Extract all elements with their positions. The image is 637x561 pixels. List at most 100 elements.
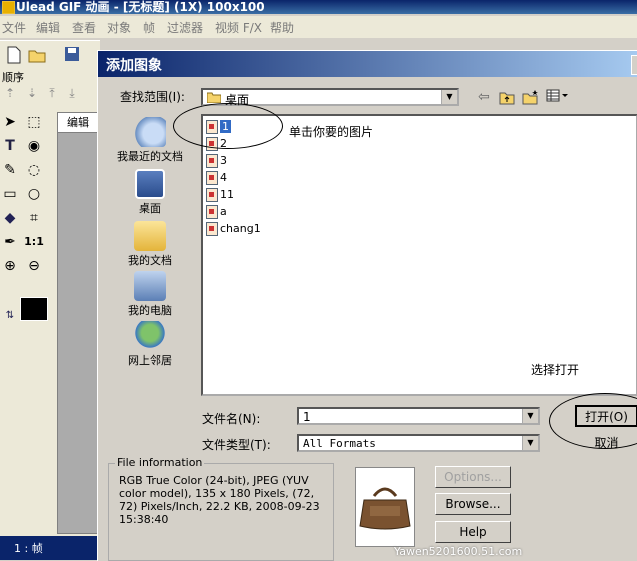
app-titlebar: Ulead GIF 动画 - [无标题] (1X) 100x100 [0,0,637,14]
file-item[interactable]: 11 [206,188,234,204]
menu-help[interactable]: 帮助 [270,19,294,36]
view-menu-icon[interactable] [546,89,568,106]
crop-tool-icon[interactable]: ⌗ [24,208,44,228]
eyedropper-tool-icon[interactable]: ✒ [0,232,20,252]
file-item[interactable]: 3 [206,154,227,170]
transform-tool-icon[interactable]: ◉ [24,136,44,156]
file-info-group: File information RGB True Color (24-bit)… [108,456,334,561]
fill-tool-icon[interactable]: ◆ [0,208,20,228]
pointer-tool-icon[interactable]: ➤ [0,112,20,132]
filetype-label: 文件类型(T): [202,438,271,452]
browse-button[interactable]: Browse... [435,493,511,515]
text-tool-icon[interactable]: T [0,136,20,156]
file-item[interactable]: chang1 [206,222,261,238]
brush-tool-icon[interactable]: ✎ [0,160,20,180]
add-image-dialog: 添加图象 查找范围(I): 桌面 ▼ ⇦ 我最近的文档 桌面 我的文档 我的电脑… [97,50,637,561]
order-label: 顺序 [2,71,24,84]
app-title: Ulead GIF 动画 - [无标题] (1X) 100x100 [16,0,265,14]
place-network[interactable]: 网上邻居 [102,321,198,368]
image-file-icon [206,222,218,236]
tab-edit[interactable]: 编辑 [57,112,99,133]
filetype-value: All Formats [303,437,376,450]
menu-frame[interactable]: 帧 [143,19,155,36]
network-places-icon [134,321,166,351]
image-file-icon [206,154,218,168]
marquee-tool-icon[interactable]: ⬚ [24,112,44,132]
foreground-color-swatch[interactable] [20,297,48,321]
app-icon [2,1,15,14]
file-name: 3 [220,154,227,167]
menu-view[interactable]: 查看 [72,19,96,36]
frame-bar[interactable]: 1 : 帧 [0,536,100,560]
main-toolbar [0,40,100,69]
chevron-down-icon[interactable]: ▼ [441,90,457,104]
place-my-documents[interactable]: 我的文档 [102,221,198,268]
file-list[interactable]: 1 2 3 4 11 a chang1 [201,114,637,396]
image-file-icon [206,205,218,219]
filename-label: 文件名(N): [202,412,261,426]
menu-object[interactable]: 对象 [107,19,131,36]
menu-filter[interactable]: 过滤器 [167,19,203,36]
filename-field[interactable]: 1 ▼ [297,407,540,425]
chevron-down-icon[interactable]: ▼ [522,409,538,423]
look-in-label: 查找范围(I): [120,90,185,104]
arrow-up-icon[interactable]: ⇡ [2,86,18,102]
menubar: 文件 编辑 查看 对象 帧 过滤器 视频 F/X 帮助 [0,16,637,38]
annotation-click-text: 单击你要的图片 [289,125,374,139]
file-name: chang1 [220,222,261,235]
zoom-out-icon[interactable]: ⊖ [24,256,44,276]
move-top-icon[interactable]: ⤒ [44,86,60,102]
up-folder-icon[interactable] [499,89,515,108]
desktop-icon [135,169,165,199]
image-file-icon [206,188,218,202]
file-item[interactable]: 4 [206,171,227,187]
ellipse-select-icon[interactable]: ○ [24,184,44,204]
back-arrow-icon[interactable]: ⇦ [478,89,490,105]
place-my-computer[interactable]: 我的电脑 [102,271,198,318]
file-name: 4 [220,171,227,184]
filetype-select[interactable]: All Formats ▼ [297,434,540,452]
new-folder-icon[interactable] [522,89,540,108]
annotation-ellipse-file [173,103,283,149]
zoom-in-icon[interactable]: ⊕ [0,256,20,276]
file-name: 11 [220,188,234,201]
move-bottom-icon[interactable]: ⤓ [64,86,80,102]
cancel-button[interactable]: 取消 [575,432,637,454]
menu-file[interactable]: 文件 [2,19,26,36]
help-button[interactable]: Help [435,521,511,543]
open-button[interactable]: 打开(O) [575,405,637,427]
chevron-down-icon[interactable]: ▼ [522,436,538,450]
watermark-text: Yawen5201600.51.com [394,545,523,558]
close-icon[interactable] [631,55,637,75]
image-preview [355,467,415,547]
file-name: a [220,205,227,218]
menu-video-fx[interactable]: 视频 F/X [215,19,262,36]
annotation-open-text: 选择打开 [531,363,580,377]
place-network-label: 网上邻居 [128,354,172,367]
swap-colors-icon[interactable]: ⇅ [0,306,20,326]
menu-edit[interactable]: 编辑 [36,19,60,36]
place-my-computer-label: 我的电脑 [128,304,172,317]
my-documents-icon [134,221,166,251]
place-recent-label: 我最近的文档 [117,150,183,163]
file-info-text: RGB True Color (24-bit), JPEG (YUV color… [119,474,320,526]
place-desktop-label: 桌面 [139,202,161,215]
dialog-title: 添加图象 [106,58,162,74]
open-folder-icon[interactable] [28,46,46,64]
file-item[interactable]: a [206,205,227,221]
dialog-titlebar: 添加图象 [98,51,637,77]
file-info-legend: File information [115,456,205,469]
canvas-area[interactable] [57,132,102,534]
recent-docs-icon [134,117,166,147]
new-file-icon[interactable] [6,46,24,64]
actual-size-icon[interactable]: 1:1 [24,232,44,252]
arrow-down-icon[interactable]: ⇣ [24,86,40,102]
eraser-tool-icon[interactable]: ▭ [0,184,20,204]
place-desktop[interactable]: 桌面 [102,169,198,216]
handbag-thumbnail-icon [356,468,414,546]
my-computer-icon [134,271,166,301]
options-button[interactable]: Options... [435,466,511,488]
lasso-tool-icon[interactable]: ◌ [24,160,44,180]
save-icon[interactable] [64,46,82,64]
image-file-icon [206,171,218,185]
